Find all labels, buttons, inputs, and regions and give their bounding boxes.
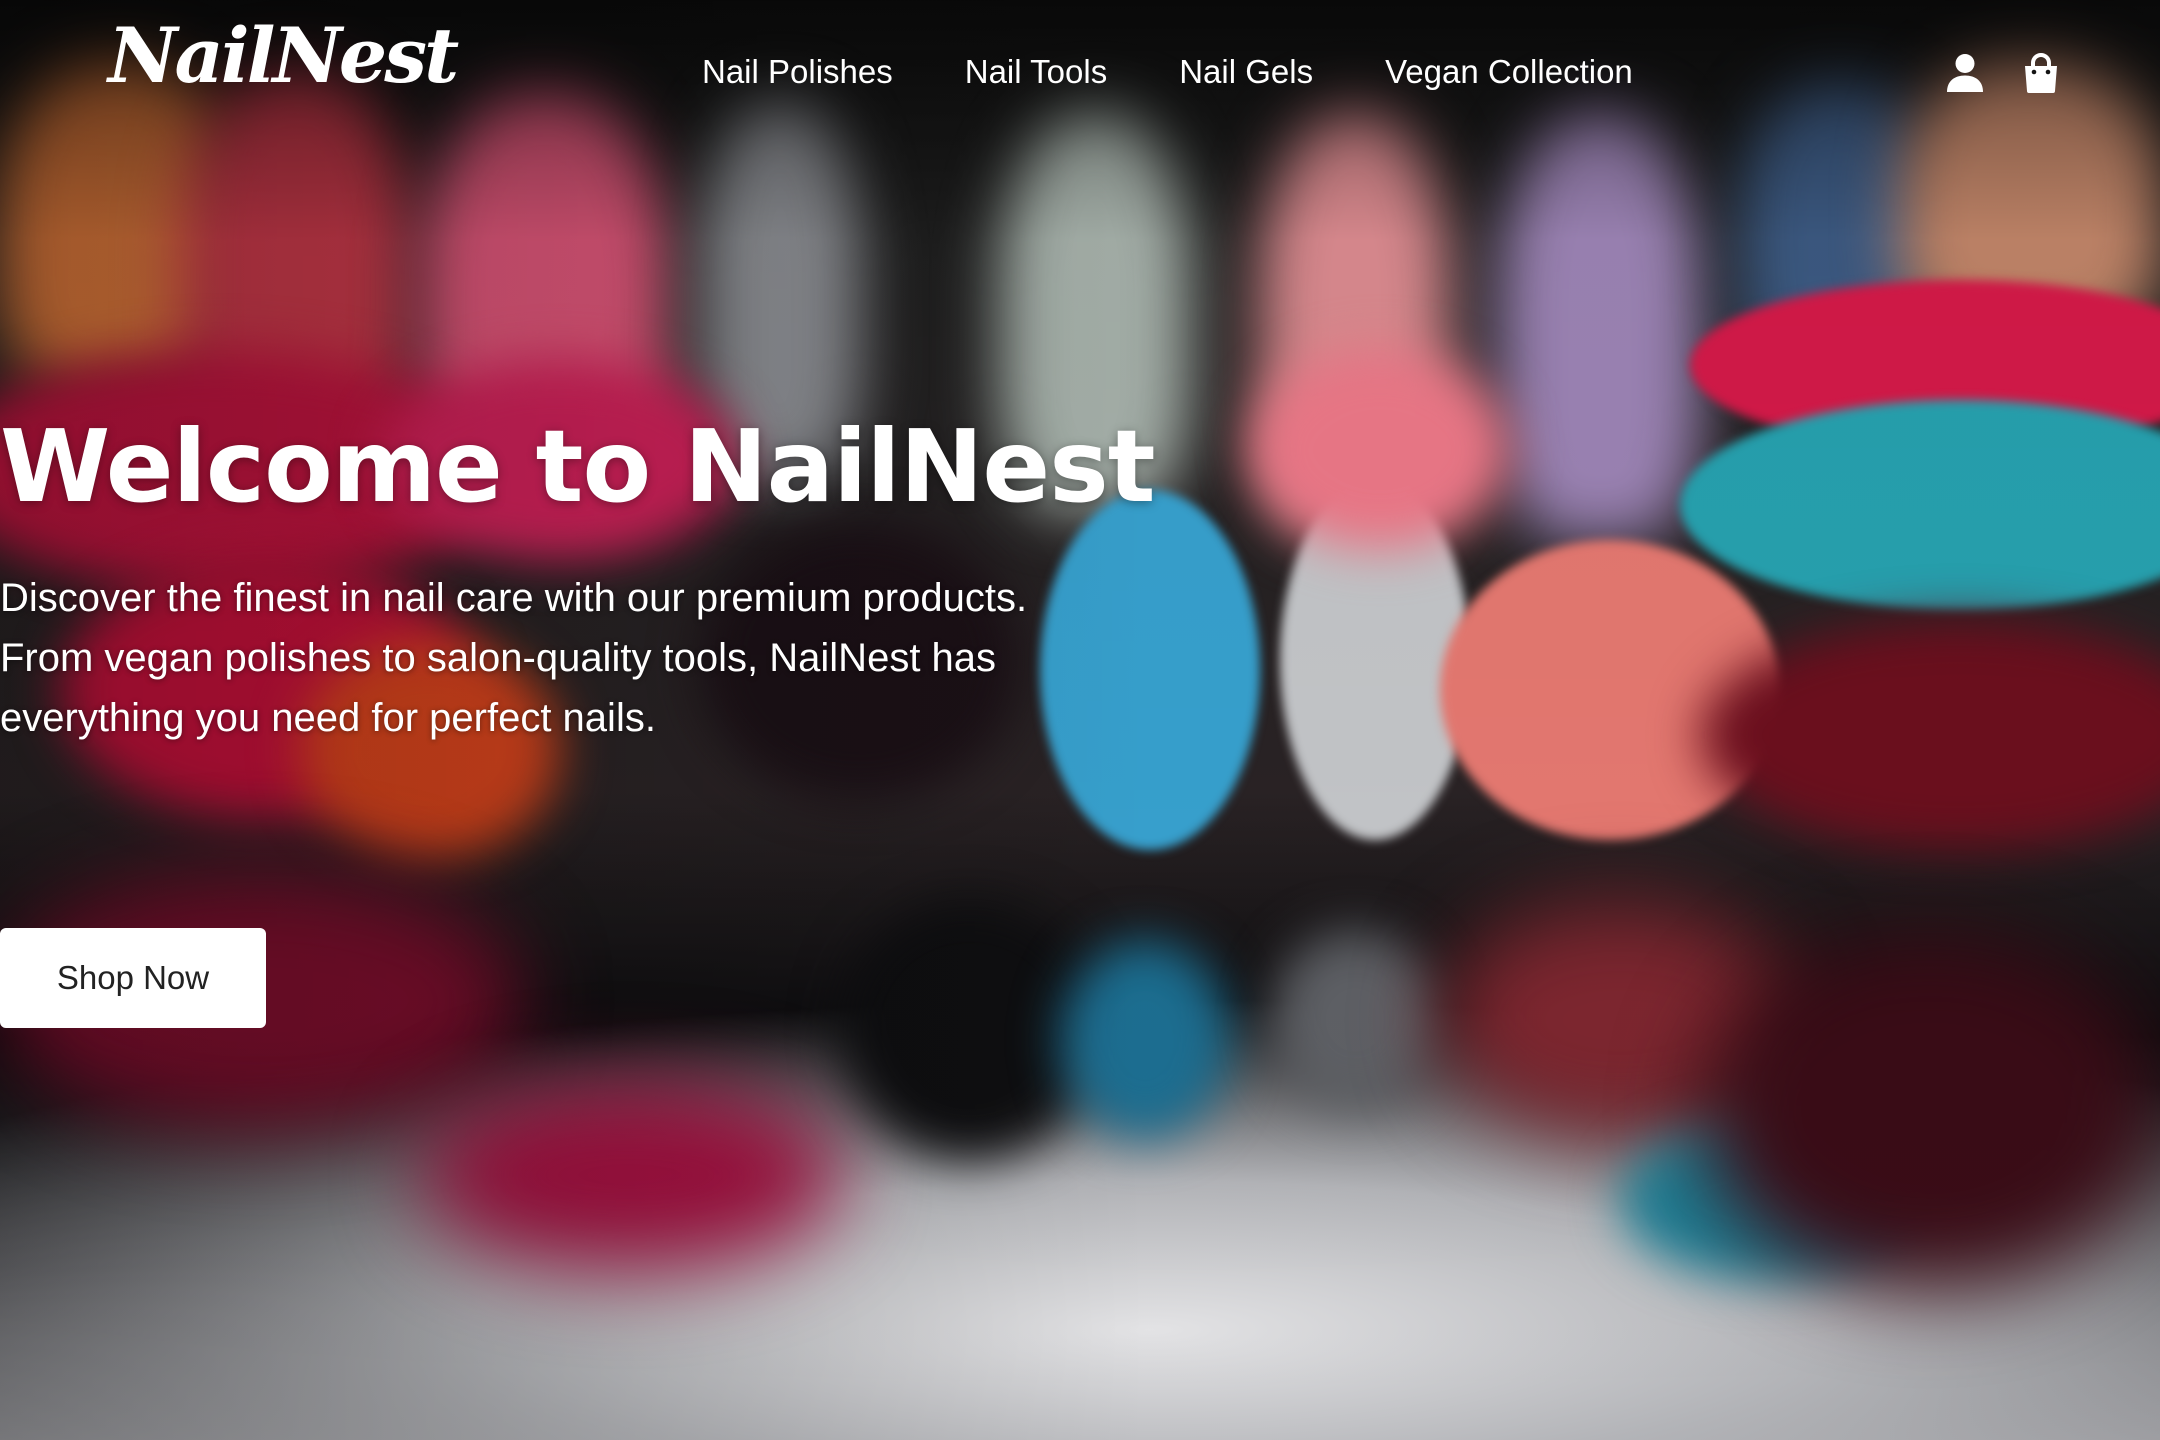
nav-item-nail-gels[interactable]: Nail Gels: [1179, 48, 1313, 96]
site-header: NailNest Nail Polishes Nail Tools Nail G…: [0, 0, 2160, 150]
nav-item-vegan-collection[interactable]: Vegan Collection: [1385, 48, 1633, 96]
header-actions: [1944, 52, 2062, 94]
hero-title: Welcome to NailNest: [0, 408, 1156, 525]
user-icon[interactable]: [1944, 52, 1986, 94]
hero-description: Discover the finest in nail care with ou…: [0, 576, 1028, 740]
nav-item-nail-tools[interactable]: Nail Tools: [965, 48, 1107, 96]
shop-now-button[interactable]: Shop Now: [0, 928, 266, 1028]
brand-logo[interactable]: NailNest: [108, 18, 459, 94]
main-nav: Nail Polishes Nail Tools Nail Gels Vegan…: [702, 48, 1633, 96]
nav-item-nail-polishes[interactable]: Nail Polishes: [702, 48, 893, 96]
shopping-bag-icon[interactable]: [2020, 52, 2062, 94]
